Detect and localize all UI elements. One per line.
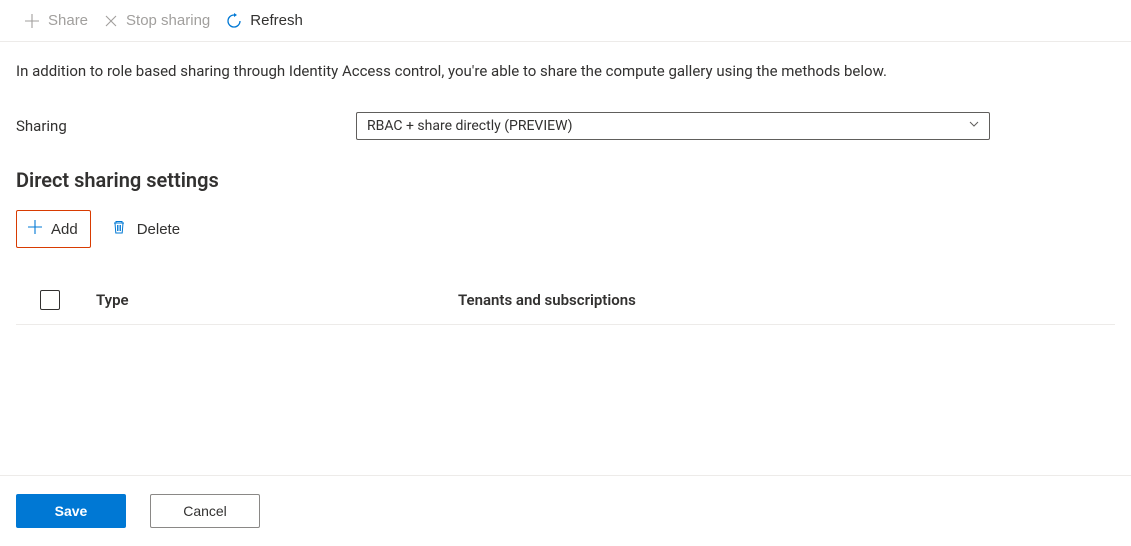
refresh-label: Refresh	[250, 12, 303, 29]
direct-sharing-actions: Add Delete	[16, 210, 1115, 248]
column-header-type[interactable]: Type	[96, 291, 458, 309]
trash-icon	[111, 219, 127, 239]
stop-sharing-button[interactable]: Stop sharing	[104, 12, 210, 29]
select-all-cell	[16, 290, 96, 310]
command-toolbar: Share Stop sharing Refresh	[0, 0, 1131, 42]
share-button[interactable]: Share	[24, 12, 88, 29]
refresh-button[interactable]: Refresh	[226, 12, 303, 29]
sharing-table: Type Tenants and subscriptions	[16, 276, 1115, 325]
sharing-label: Sharing	[16, 117, 356, 135]
add-button[interactable]: Add	[16, 210, 91, 248]
description-text: In addition to role based sharing throug…	[16, 62, 1115, 80]
plus-icon	[24, 13, 40, 29]
main-content: In addition to role based sharing throug…	[0, 42, 1131, 325]
stop-sharing-label: Stop sharing	[126, 12, 210, 29]
footer-bar: Save Cancel	[0, 475, 1131, 546]
table-header-row: Type Tenants and subscriptions	[16, 276, 1115, 325]
sharing-select-value: RBAC + share directly (PREVIEW)	[356, 112, 990, 140]
plus-icon	[27, 219, 43, 239]
save-button[interactable]: Save	[16, 494, 126, 528]
column-header-tenants[interactable]: Tenants and subscriptions	[458, 291, 1115, 309]
select-all-checkbox[interactable]	[40, 290, 60, 310]
sharing-select[interactable]: RBAC + share directly (PREVIEW)	[356, 112, 990, 140]
delete-button[interactable]: Delete	[101, 211, 190, 247]
cancel-button[interactable]: Cancel	[150, 494, 260, 528]
share-label: Share	[48, 12, 88, 29]
delete-label: Delete	[137, 221, 180, 238]
add-label: Add	[51, 221, 78, 238]
sharing-field-row: Sharing RBAC + share directly (PREVIEW)	[16, 112, 1115, 140]
refresh-icon	[226, 13, 242, 29]
direct-sharing-heading: Direct sharing settings	[16, 168, 1115, 192]
x-icon	[104, 14, 118, 28]
